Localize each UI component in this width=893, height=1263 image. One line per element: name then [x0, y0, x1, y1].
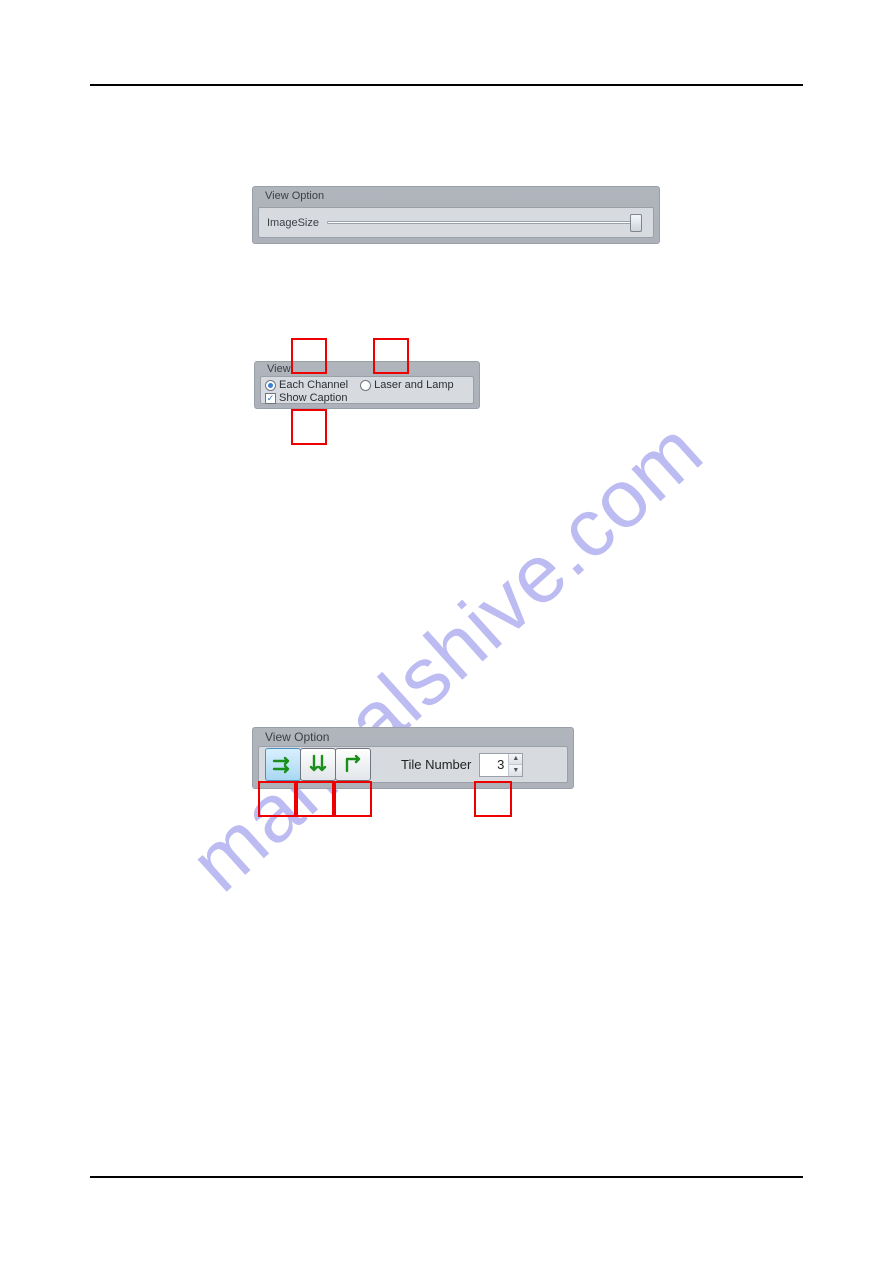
imagesize-label: ImageSize: [267, 217, 319, 229]
view-option-imagesize-panel: View Option ImageSize: [252, 186, 660, 244]
callout-box: [296, 781, 334, 817]
panel-title: View Option: [265, 190, 324, 202]
tile-number-value[interactable]: 3: [480, 754, 508, 776]
panel-content: Each Channel Laser and Lamp ✓ Show Capti…: [260, 376, 474, 404]
laser-and-lamp-radio[interactable]: [360, 380, 371, 391]
show-caption-checkbox[interactable]: ✓: [265, 393, 276, 404]
laser-and-lamp-label: Laser and Lamp: [374, 379, 454, 391]
watermark-text: manualshive.com: [172, 403, 720, 910]
panel-content: Tile Number 3 ▲ ▼: [258, 746, 568, 783]
layout-corner-button[interactable]: [335, 748, 371, 781]
tile-number-label: Tile Number: [401, 757, 471, 772]
view-panel: View Each Channel Laser and Lamp ✓ Show …: [254, 361, 480, 409]
panel-content: ImageSize: [258, 207, 654, 238]
layout-horizontal-button[interactable]: [265, 748, 301, 781]
slider-thumb[interactable]: [630, 214, 642, 232]
footer-rule: [90, 1176, 803, 1178]
show-caption-label: Show Caption: [279, 392, 348, 404]
callout-box: [258, 781, 296, 817]
callout-box: [291, 338, 327, 374]
panel-title: View: [267, 363, 291, 375]
callout-box: [291, 409, 327, 445]
spinner-up-button[interactable]: ▲: [509, 754, 522, 766]
view-option-tile-panel: View Option Tile Number 3 ▲ ▼: [252, 727, 574, 789]
tile-number-spinner[interactable]: 3 ▲ ▼: [479, 753, 523, 777]
imagesize-slider[interactable]: [327, 221, 641, 224]
each-channel-radio[interactable]: [265, 380, 276, 391]
header-rule: [90, 84, 803, 86]
arrow-up-right-icon: [341, 753, 365, 777]
callout-box: [373, 338, 409, 374]
each-channel-label: Each Channel: [279, 379, 348, 391]
arrows-down-icon: [306, 753, 330, 777]
layout-vertical-button[interactable]: [300, 748, 336, 781]
arrows-right-icon: [271, 753, 295, 777]
spinner-down-button[interactable]: ▼: [509, 765, 522, 776]
callout-box: [334, 781, 372, 817]
callout-box: [474, 781, 512, 817]
panel-title: View Option: [265, 730, 329, 744]
